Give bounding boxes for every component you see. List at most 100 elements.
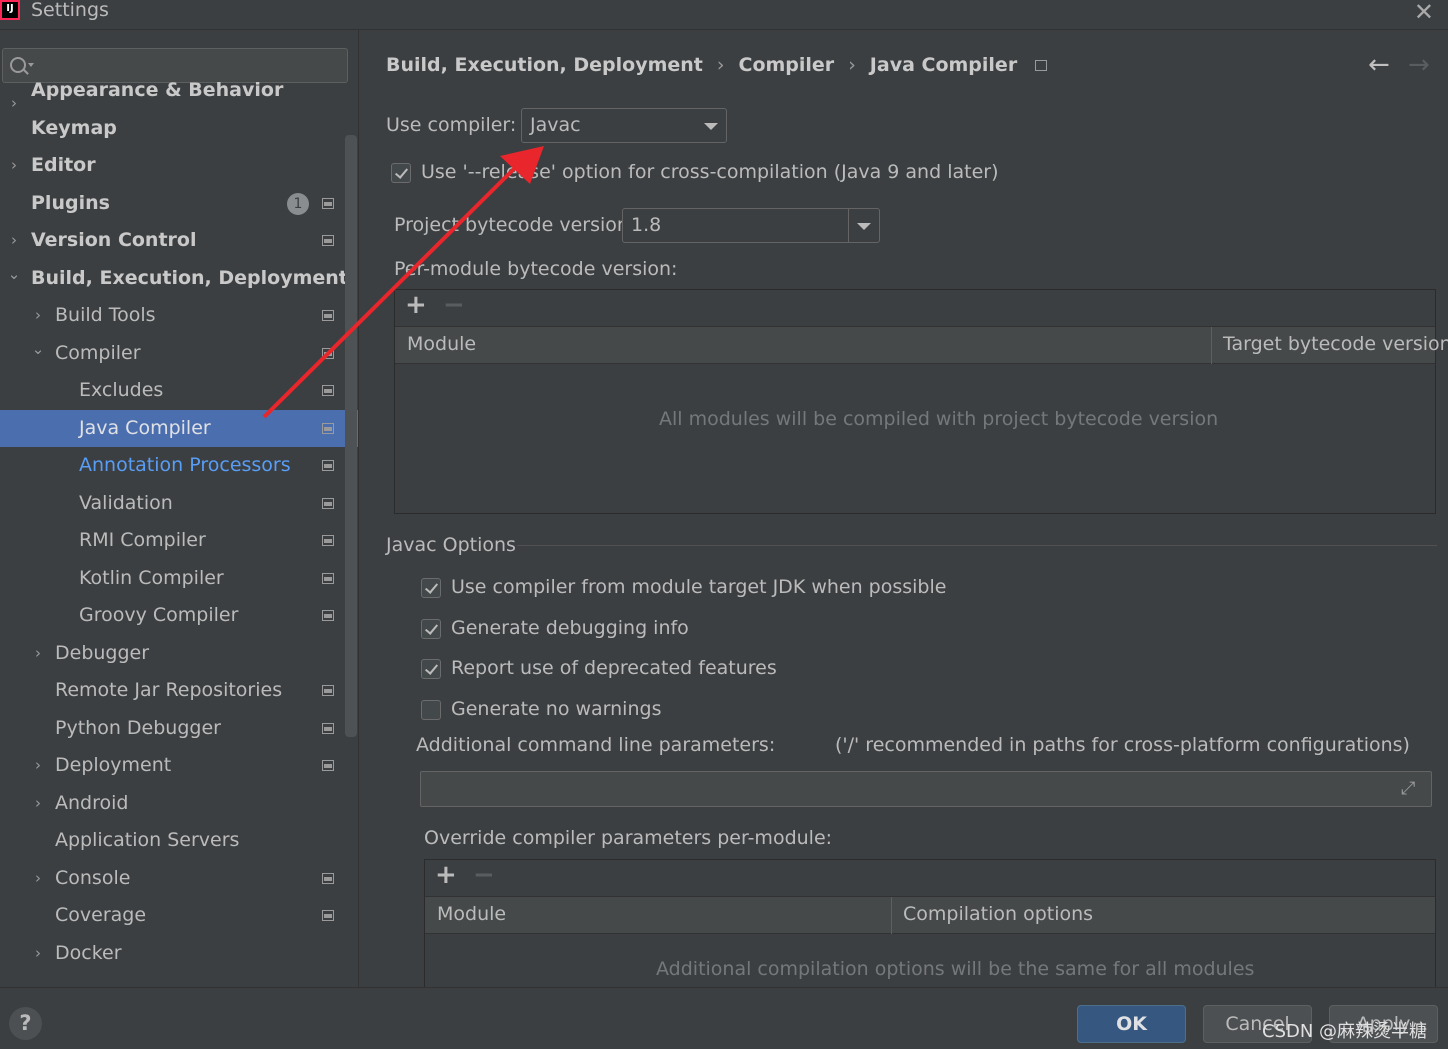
sidebar-scrollbar[interactable] xyxy=(345,135,357,737)
sidebar-item-rmi-compiler[interactable]: RMI Compiler xyxy=(0,522,344,560)
project-settings-icon xyxy=(322,572,334,584)
sidebar-item-label: Validation xyxy=(79,491,173,514)
sidebar-item-label: Keymap xyxy=(31,116,117,139)
use-compiler-dropdown[interactable]: Javac xyxy=(521,108,727,143)
project-settings-icon xyxy=(322,722,334,734)
title-bar: IJ Settings ✕ xyxy=(0,0,1448,30)
sidebar-item-label: Build Tools xyxy=(55,304,156,326)
chevron-right-icon[interactable]: › xyxy=(31,935,45,973)
project-settings-icon xyxy=(322,685,334,696)
sidebar-item-java-compiler[interactable]: Java Compiler xyxy=(0,409,358,447)
bytecode-version-dropdown[interactable]: 1.8 xyxy=(622,208,880,243)
chevron-down-icon xyxy=(857,223,871,230)
no-warnings-checkbox[interactable] xyxy=(421,700,441,720)
settings-sidebar: › Appearance & Behavior Keymap › Editor … xyxy=(0,30,359,987)
sidebar-item-compiler[interactable]: ⌄ Compiler xyxy=(0,335,344,373)
column-header-module[interactable]: Module xyxy=(407,333,476,355)
project-settings-icon xyxy=(322,347,334,359)
forward-arrow-icon[interactable]: → xyxy=(1408,50,1430,80)
project-settings-icon xyxy=(322,910,334,921)
breadcrumb: Build, Execution, Deployment › Compiler › Ja… xyxy=(386,54,1048,76)
add-icon[interactable]: + xyxy=(405,290,427,320)
add-icon[interactable]: + xyxy=(435,860,457,890)
breadcrumb-item-current: Java Compiler xyxy=(869,54,1018,76)
help-icon[interactable]: ? xyxy=(9,1007,42,1040)
sidebar-item-build-execution-deployment[interactable]: ⌄ Build, Execution, Deployment xyxy=(0,260,348,298)
sidebar-item-label: Editor xyxy=(31,154,96,176)
project-settings-icon xyxy=(322,497,334,509)
sidebar-item-console[interactable]: › Console xyxy=(0,860,344,898)
sidebar-item-label: Coverage xyxy=(55,904,147,926)
sidebar-item-application-servers[interactable]: Application Servers xyxy=(0,822,344,860)
deprecated-features-checkbox[interactable] xyxy=(421,659,441,679)
project-settings-icon xyxy=(322,235,334,246)
column-header-module[interactable]: Module xyxy=(437,903,506,925)
sidebar-item-python-debugger[interactable]: Python Debugger xyxy=(0,710,344,748)
sidebar-item-validation[interactable]: Validation xyxy=(0,485,344,523)
remove-icon[interactable]: − xyxy=(473,860,495,890)
sidebar-item-annotation-processors[interactable]: Annotation Processors xyxy=(0,447,344,485)
sidebar-item-debugger[interactable]: › Debugger xyxy=(0,635,344,673)
per-module-label: Per-module bytecode version: xyxy=(394,258,678,280)
sidebar-item-plugins[interactable]: Plugins 1 xyxy=(0,185,344,223)
ok-button[interactable]: OK xyxy=(1077,1005,1186,1043)
project-settings-icon xyxy=(1035,60,1048,71)
sidebar-item-label: Android xyxy=(55,791,129,814)
breadcrumb-separator: › xyxy=(716,54,725,76)
sidebar-item-build-tools[interactable]: › Build Tools xyxy=(0,297,344,335)
sidebar-item-groovy-compiler[interactable]: Groovy Compiler xyxy=(0,597,344,635)
use-compiler-label: Use compiler: xyxy=(386,114,517,136)
chevron-down-icon[interactable]: ⌄ xyxy=(31,331,45,369)
column-separator[interactable] xyxy=(1211,327,1212,364)
project-settings-icon xyxy=(322,310,334,321)
project-settings-icon xyxy=(322,872,334,884)
additional-params-hint: ('/' recommended in paths for cross-plat… xyxy=(835,734,1410,756)
column-header-compilation-options[interactable]: Compilation options xyxy=(903,903,1093,925)
breadcrumb-item[interactable]: Build, Execution, Deployment xyxy=(386,54,703,76)
table-header: Module Compilation options xyxy=(425,897,1435,934)
sidebar-item-coverage[interactable]: Coverage xyxy=(0,897,344,935)
close-icon[interactable]: ✕ xyxy=(1414,0,1434,26)
sidebar-item-label: Plugins xyxy=(31,191,110,214)
chevron-right-icon[interactable]: › xyxy=(31,860,45,898)
breadcrumb-item[interactable]: Compiler xyxy=(739,54,835,76)
sidebar-item-keymap[interactable]: Keymap xyxy=(0,110,344,148)
sidebar-item-label: Build, Execution, Deployment xyxy=(31,266,348,289)
sidebar-item-deployment[interactable]: › Deployment xyxy=(0,747,344,785)
back-arrow-icon[interactable]: ← xyxy=(1368,50,1390,80)
sidebar-item-android[interactable]: › Android xyxy=(0,785,344,823)
sidebar-item-excludes[interactable]: Excludes xyxy=(0,372,344,410)
column-separator[interactable] xyxy=(891,897,892,934)
sidebar-item-label: Remote Jar Repositories xyxy=(55,679,283,701)
debug-info-checkbox[interactable] xyxy=(421,619,441,639)
chevron-right-icon[interactable]: › xyxy=(7,222,21,260)
empty-table-message: Additional compilation options will be t… xyxy=(656,958,1255,980)
chevron-right-icon[interactable]: › xyxy=(7,147,21,185)
sidebar-item-docker[interactable]: › Docker xyxy=(0,935,344,973)
sidebar-item-kotlin-compiler[interactable]: Kotlin Compiler xyxy=(0,560,344,598)
release-option-label: Use '--release' option for cross-compila… xyxy=(421,161,999,183)
chevron-down-icon[interactable]: ⌄ xyxy=(7,256,21,294)
csdn-watermark: CSDN @麻辣烫半糖 xyxy=(1262,1021,1428,1042)
chevron-down-icon[interactable] xyxy=(28,63,34,67)
sidebar-item-remote-jar-repositories[interactable]: Remote Jar Repositories xyxy=(0,672,344,710)
project-settings-icon xyxy=(322,460,334,471)
remove-icon[interactable]: − xyxy=(443,290,465,320)
chevron-right-icon[interactable]: › xyxy=(31,297,45,335)
release-option-checkbox[interactable] xyxy=(391,163,411,183)
use-target-jdk-checkbox[interactable] xyxy=(421,578,441,598)
sidebar-item-version-control[interactable]: › Version Control xyxy=(0,222,344,260)
table-header: Module Target bytecode version xyxy=(395,327,1448,364)
sidebar-item-label: Java Compiler xyxy=(79,416,211,439)
settings-tree: › Appearance & Behavior Keymap › Editor … xyxy=(0,79,358,973)
sidebar-item-editor[interactable]: › Editor xyxy=(0,147,344,185)
bytecode-version-label: Project bytecode version: xyxy=(394,214,636,236)
sidebar-item-label: Version Control xyxy=(31,229,197,251)
expand-icon[interactable]: ⤢ xyxy=(1401,778,1421,799)
chevron-right-icon[interactable]: › xyxy=(31,747,45,785)
column-header-target-bytecode[interactable]: Target bytecode version xyxy=(1223,333,1448,355)
additional-params-input[interactable]: ⤢ xyxy=(420,771,1432,807)
chevron-right-icon[interactable]: › xyxy=(31,785,45,823)
sidebar-item-label: Groovy Compiler xyxy=(79,604,239,626)
chevron-right-icon[interactable]: › xyxy=(31,635,45,673)
